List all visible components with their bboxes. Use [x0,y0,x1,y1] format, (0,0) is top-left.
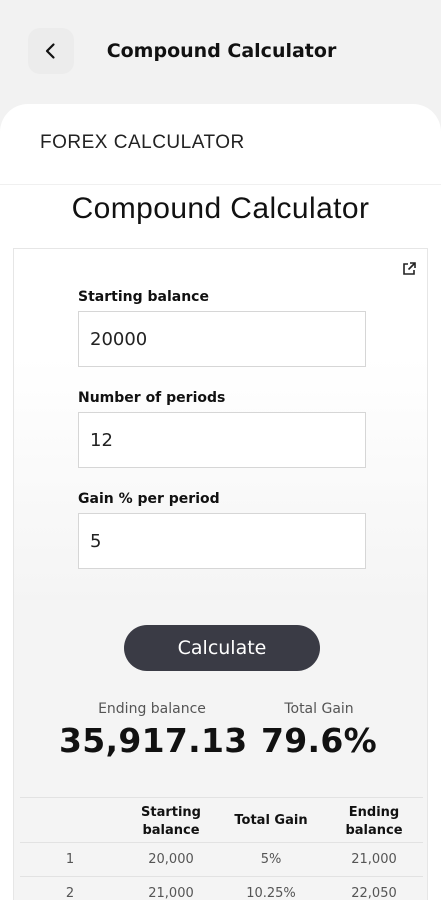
starting-balance-label: Starting balance [78,289,209,305]
table-cell: 21,000 [351,852,397,867]
table-row: 1 20,000 5% 21,000 [20,843,423,877]
ending-balance-value: 35,917.13 [59,721,248,760]
table-cell: 10.25% [246,886,296,900]
results-table: Starting balance Total Gain Ending balan… [20,797,423,900]
table-cell: 1 [65,852,75,867]
calculate-button[interactable]: Calculate [124,625,320,671]
table-cell: 21,000 [148,886,194,900]
column-header: Starting balance [141,805,201,838]
total-gain-value: 79.6% [261,721,377,760]
app-header: Compound Calculator [0,0,441,104]
column-header: Ending balance [345,805,403,838]
table-header: Starting balance Total Gain Ending balan… [20,797,423,843]
external-link-icon[interactable] [401,261,417,277]
calculator-form: Starting balance Number of periods Gain … [13,248,428,608]
calculator-card: FOREX CALCULATOR Compound Calculator Sta… [0,104,441,900]
starting-balance-input[interactable] [78,311,366,367]
section-title: Compound Calculator [71,192,370,225]
gain-label: Gain % per period [78,491,220,507]
divider [0,184,441,185]
table-cell: 20,000 [148,852,194,867]
periods-label: Number of periods [78,390,226,406]
card-label: FOREX CALCULATOR [40,132,245,153]
page-title: Compound Calculator [106,40,337,62]
table-cell: 22,050 [351,886,397,900]
total-gain-label: Total Gain [284,701,354,717]
ending-balance-label: Ending balance [98,701,206,717]
gain-input[interactable] [78,513,366,569]
table-row: 2 21,000 10.25% 22,050 [20,877,423,900]
column-header: Total Gain [234,813,308,828]
results-section: Calculate Ending balance 35,917.13 Total… [13,597,428,900]
table-cell: 2 [65,886,75,900]
periods-input[interactable] [78,412,366,468]
table-cell: 5% [260,852,282,867]
